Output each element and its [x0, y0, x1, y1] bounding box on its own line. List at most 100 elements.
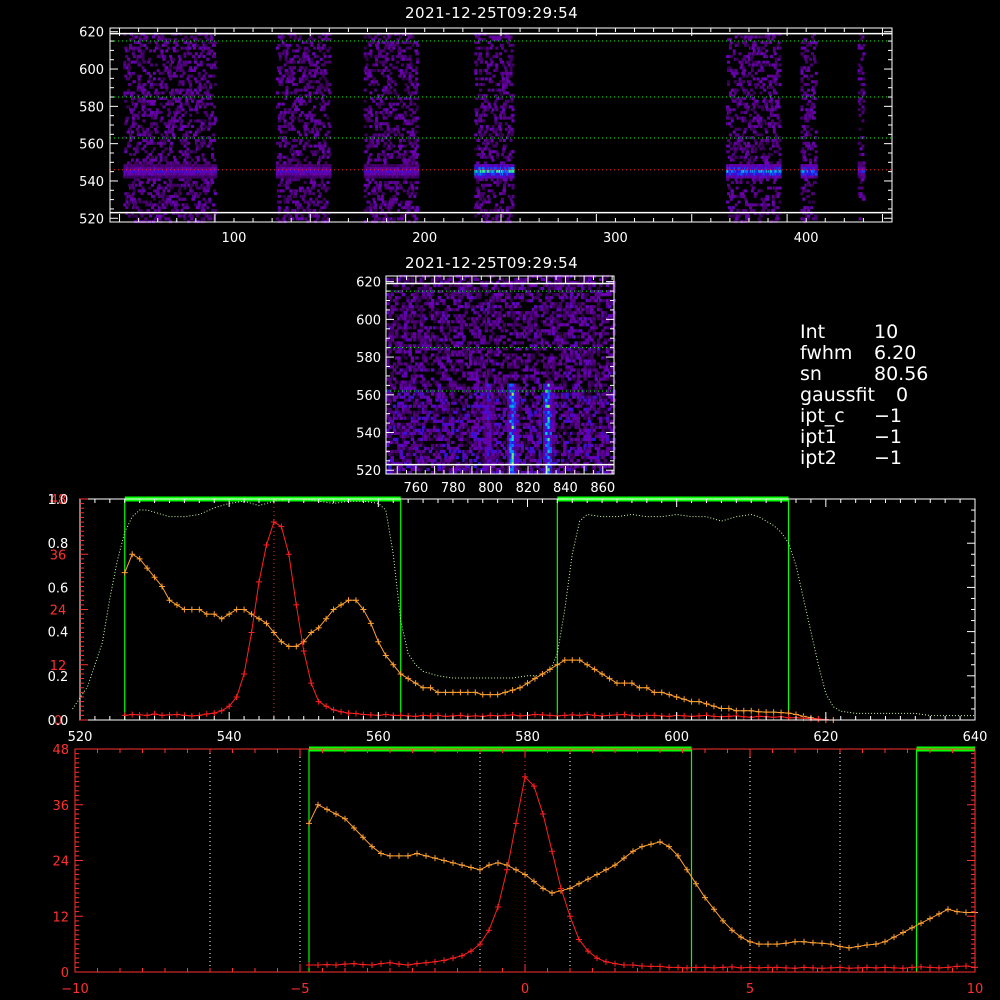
image-pixel: [141, 108, 145, 112]
image-pixel: [123, 203, 127, 207]
image-pixel: [191, 158, 195, 162]
image-pixel: [312, 178, 316, 182]
image-pixel: [212, 74, 216, 78]
image-pixel: [313, 208, 317, 212]
image-pixel: [378, 189, 382, 193]
image-pixel: [211, 94, 215, 98]
image-pixel: [298, 161, 302, 165]
image-pixel: [730, 189, 734, 193]
image-pixel: [398, 52, 402, 56]
image-pixel: [393, 88, 397, 92]
image-pixel: [759, 116, 763, 120]
image-pixel: [495, 217, 499, 221]
image-pixel: [415, 88, 419, 92]
image-pixel: [298, 150, 302, 154]
image-pixel: [497, 83, 501, 87]
image-pixel: [180, 208, 184, 212]
image-pixel: [175, 88, 179, 92]
image-pixel: [766, 178, 770, 182]
image-pixel: [185, 99, 189, 103]
image-pixel: [126, 91, 130, 95]
image-pixel: [382, 217, 386, 221]
image-pixel: [510, 55, 514, 59]
image-pixel: [140, 88, 144, 92]
image-pixel: [485, 46, 489, 50]
image-pixel: [303, 130, 307, 134]
image-pixel: [290, 91, 294, 95]
image-pixel: [194, 203, 198, 207]
image-pixel: [283, 125, 287, 128]
image-pixel: [153, 83, 157, 87]
image-pixel: [327, 150, 331, 154]
image-pixel: [169, 55, 173, 59]
image-pixel: [165, 88, 169, 92]
image-pixel: [370, 119, 374, 123]
image-pixel: [128, 71, 132, 75]
image-pixel: [365, 206, 369, 210]
image-pixel: [135, 127, 139, 131]
image-pixel: [751, 46, 755, 50]
image-pixel: [478, 152, 482, 156]
image-pixel: [393, 150, 397, 154]
image-pixel: [487, 189, 491, 193]
image-pixel: [747, 71, 751, 75]
image-pixel: [163, 206, 167, 210]
image-pixel: [203, 203, 207, 207]
image-pixel: [759, 91, 763, 95]
image-pixel: [176, 66, 180, 70]
image-pixel: [134, 214, 138, 218]
image-pixel: [303, 192, 307, 196]
image-pixel: [154, 46, 158, 50]
image-pixel: [760, 203, 764, 207]
image-pixel: [307, 38, 311, 42]
image-pixel: [745, 203, 749, 207]
image-pixel: [393, 217, 397, 221]
image-pixel: [499, 206, 503, 210]
image-pixel: [143, 111, 147, 115]
image-pixel: [188, 161, 192, 165]
image-pixel: [503, 102, 507, 106]
image-pixel: [173, 125, 177, 128]
image-pixel: [505, 91, 509, 95]
image-pixel: [501, 43, 504, 47]
image-pixel: [317, 35, 321, 39]
image-pixel: [482, 214, 486, 218]
image-pixel: [410, 150, 414, 154]
image-pixel: [405, 77, 409, 81]
image-pixel: [776, 116, 780, 120]
image-pixel: [485, 127, 489, 131]
image-pixel: [476, 186, 480, 190]
image-pixel: [195, 144, 199, 148]
image-pixel: [490, 189, 494, 193]
image-pixel: [750, 55, 754, 59]
image-pixel: [402, 189, 406, 193]
image-pixel: [771, 125, 775, 128]
image-pixel: [727, 83, 731, 87]
image-pixel: [474, 214, 478, 218]
image-pixel: [511, 164, 515, 168]
image-pixel: [747, 214, 751, 218]
image-pixel: [494, 206, 498, 210]
image-pixel: [321, 74, 325, 78]
image-pixel: [277, 102, 281, 106]
image-pixel: [276, 105, 280, 109]
image-pixel: [510, 127, 514, 131]
image-pixel: [322, 108, 326, 112]
image-pixel: [752, 49, 756, 53]
image-pixel: [727, 144, 731, 148]
image-pixel: [318, 85, 322, 89]
image-pixel: [375, 127, 379, 131]
image-pixel: [414, 192, 418, 196]
image-pixel: [407, 91, 411, 95]
image-pixel: [180, 46, 184, 50]
image-pixel: [151, 183, 155, 187]
image-pixel: [201, 152, 205, 156]
image-pixel: [474, 69, 478, 73]
image-pixel: [767, 116, 771, 120]
image-pixel: [153, 217, 157, 221]
image-pixel: [415, 186, 419, 190]
image-pixel: [185, 161, 189, 165]
image-pixel: [175, 91, 179, 95]
image-pixel: [767, 38, 771, 42]
image-pixel: [295, 83, 299, 87]
